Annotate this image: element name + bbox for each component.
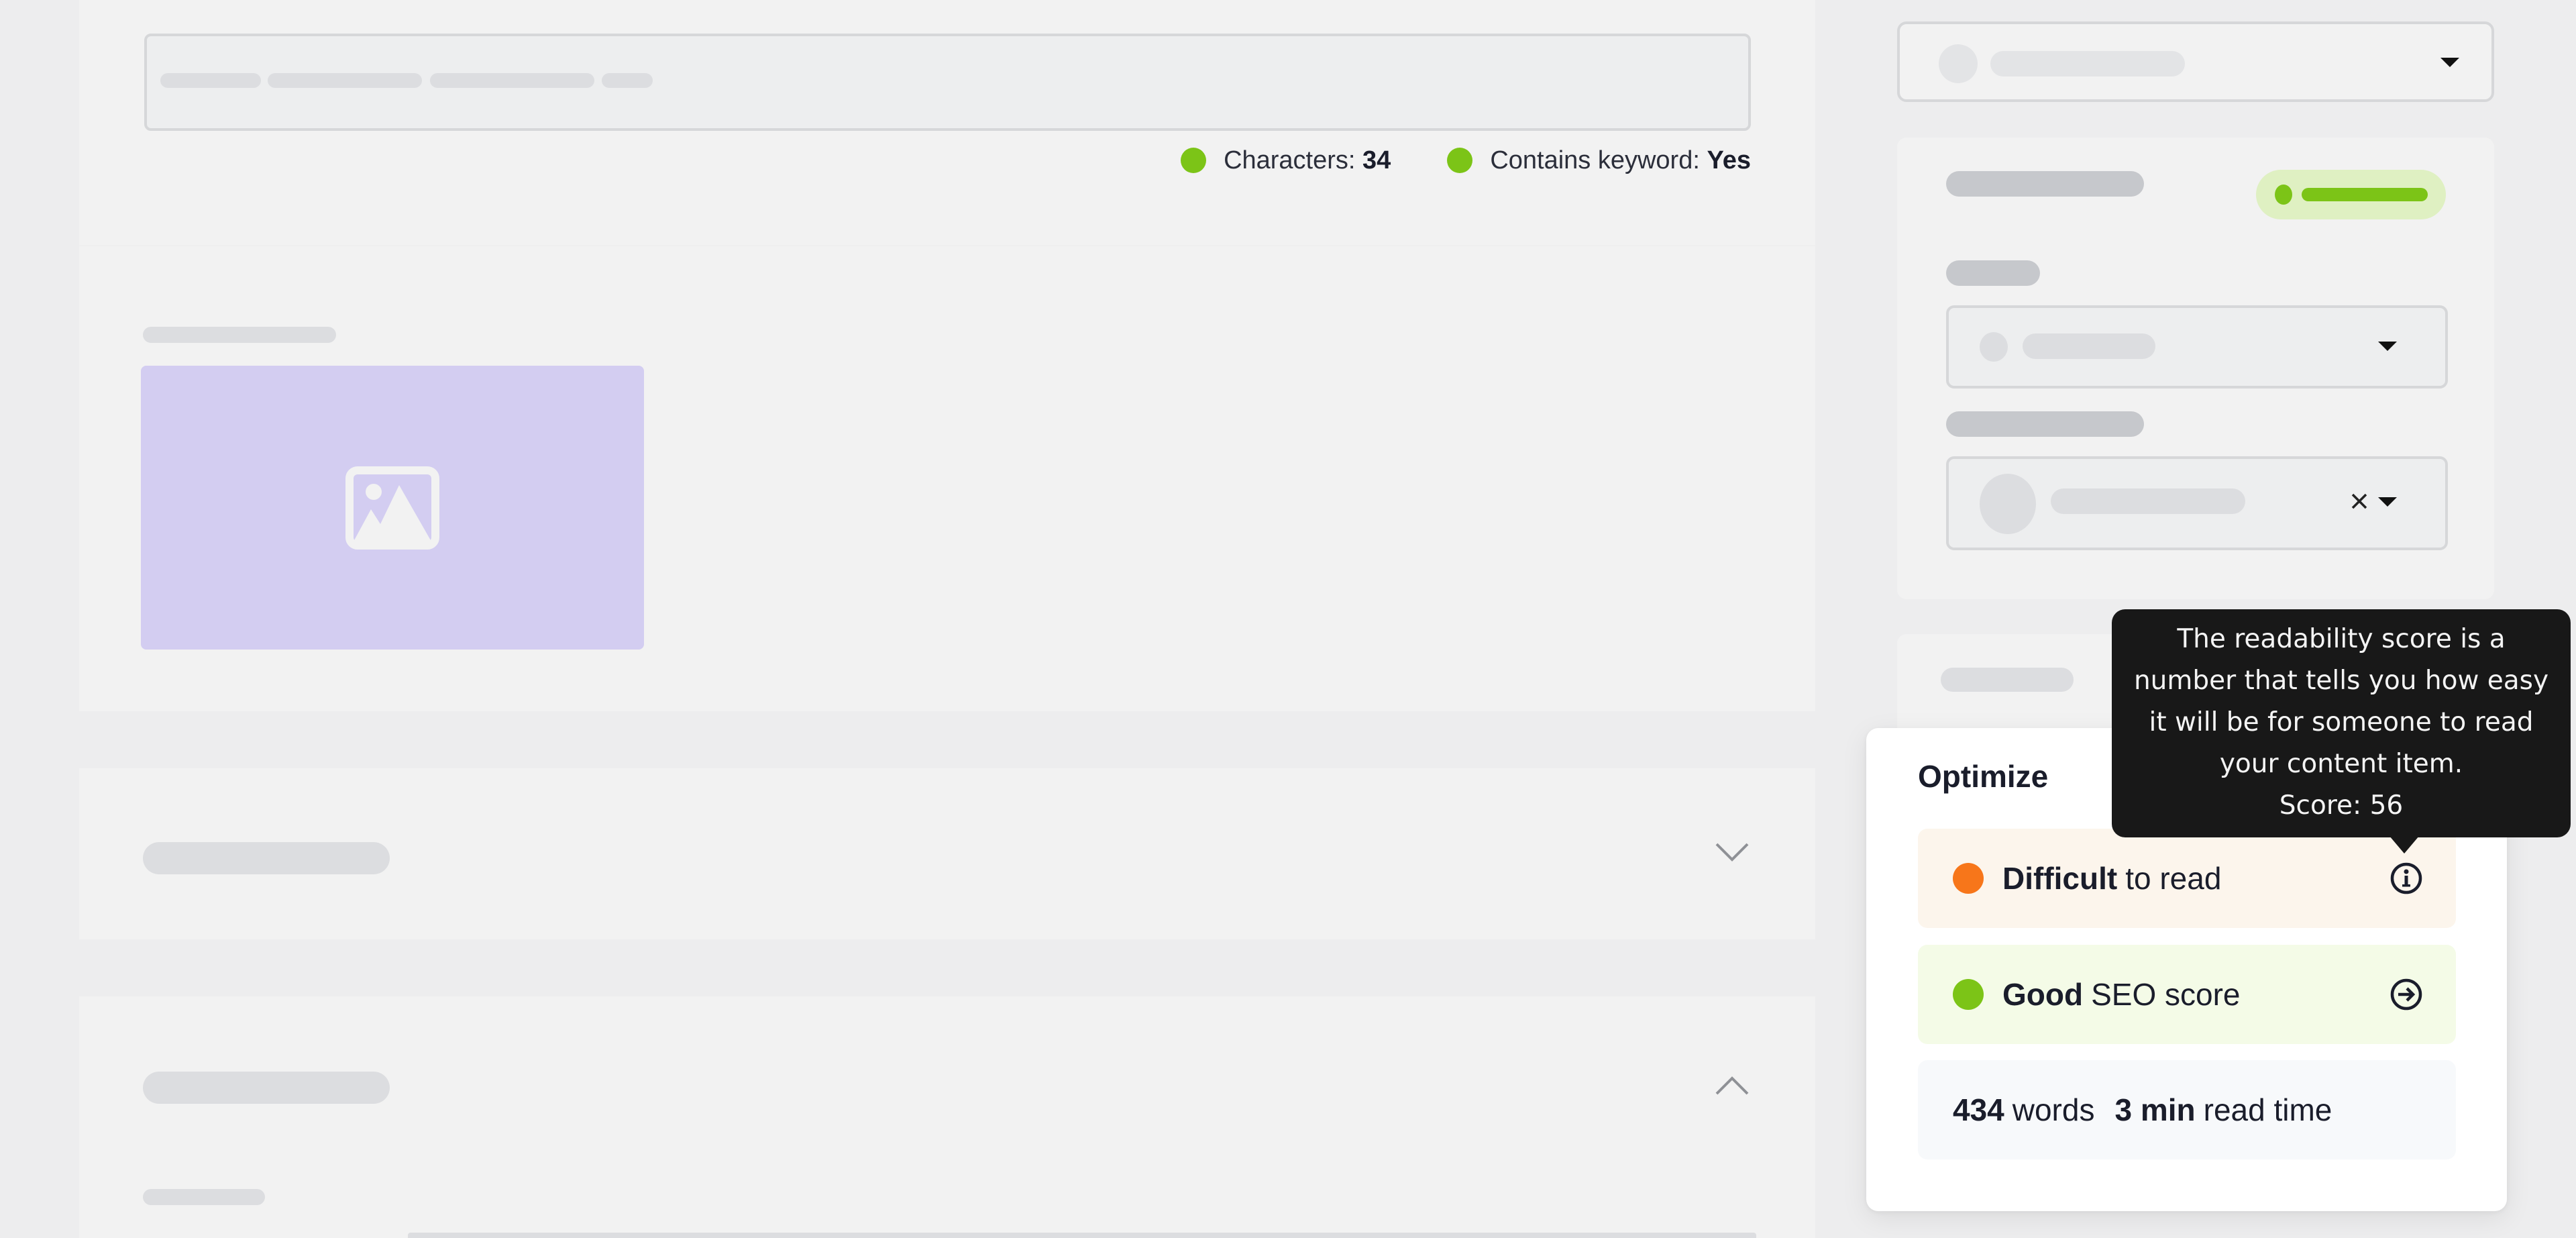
title-indicators: Characters: 34 Contains keyword: Yes <box>1124 144 1751 176</box>
avatar-skeleton <box>1980 474 2036 534</box>
indicator-label: Contains keyword: <box>1490 146 1700 174</box>
warning-dot <box>1953 863 1984 894</box>
image-label-skeleton <box>143 327 336 343</box>
content-stats-row: 434 words 3 min read time <box>1918 1060 2456 1159</box>
card-title-skeleton <box>1946 171 2144 197</box>
status-text-skeleton <box>2302 188 2428 201</box>
chevron-up-icon[interactable] <box>1715 1076 1750 1096</box>
title-text-skeleton <box>268 73 422 88</box>
keyword-indicator: Contains keyword: Yes <box>1447 146 1751 175</box>
indicator-value: Yes <box>1707 146 1751 174</box>
seo-text: SEO score <box>2091 977 2241 1012</box>
status-dot <box>2275 185 2292 205</box>
avatar-skeleton <box>1939 44 1978 83</box>
read-time-label: read time <box>2203 1092 2332 1127</box>
status-dot <box>1181 148 1207 173</box>
field-label-skeleton <box>1946 411 2144 437</box>
select-value-skeleton <box>2051 488 2245 514</box>
title-input[interactable] <box>144 34 1751 131</box>
tooltip-line: number that tells you how easy <box>2133 666 2549 696</box>
caret-down-icon[interactable] <box>2378 342 2397 351</box>
field-label-skeleton <box>1946 260 2040 286</box>
field-label-skeleton <box>143 1189 265 1205</box>
tooltip-line: The readability score is a <box>2177 624 2506 654</box>
card-title-skeleton <box>1941 668 2074 692</box>
readability-tooltip: The readability score is a number that t… <box>2112 609 2571 837</box>
title-text-skeleton <box>160 73 261 88</box>
field-input-edge[interactable] <box>408 1233 1756 1238</box>
chevron-down-icon[interactable] <box>1715 842 1750 862</box>
status-badge <box>2256 170 2446 219</box>
main-content-panel: Characters: 34 Contains keyword: Yes <box>79 0 1815 1238</box>
readability-text: to read <box>2125 861 2222 896</box>
caret-down-icon[interactable] <box>2440 58 2459 67</box>
indicator-label: Characters: <box>1224 146 1356 174</box>
status-dot <box>1447 148 1473 173</box>
optimize-title: Optimize <box>1918 759 2049 794</box>
close-icon[interactable] <box>2351 493 2368 510</box>
image-icon <box>345 466 439 550</box>
characters-indicator: Characters: 34 <box>1181 146 1391 175</box>
accordion-title-skeleton <box>143 1072 390 1104</box>
readability-level: Difficult <box>2002 861 2118 896</box>
seo-level: Good <box>2002 977 2084 1012</box>
accordion-section-expanded[interactable] <box>79 996 1815 1238</box>
info-icon[interactable] <box>2389 861 2424 896</box>
word-count: 434 <box>1953 1092 2004 1127</box>
user-select-field[interactable] <box>1946 456 2448 550</box>
metadata-card <box>1897 138 2494 599</box>
accordion-section-collapsed[interactable] <box>79 768 1815 939</box>
word-count-label: words <box>2012 1092 2095 1127</box>
top-select-dropdown[interactable] <box>1897 21 2494 102</box>
accordion-title-skeleton <box>143 842 390 874</box>
select-value-skeleton <box>2023 333 2155 359</box>
select-value-skeleton <box>1990 51 2185 76</box>
tooltip-line: your content item. <box>2219 749 2463 779</box>
indicator-value: 34 <box>1362 146 1391 174</box>
select-field[interactable] <box>1946 305 2448 389</box>
seo-row[interactable]: Good SEO score <box>1918 945 2456 1044</box>
tooltip-score: Score: 56 <box>2279 790 2404 821</box>
caret-down-icon[interactable] <box>2378 497 2397 507</box>
title-text-skeleton <box>602 73 653 88</box>
avatar-skeleton <box>1980 332 2008 362</box>
title-section: Characters: 34 Contains keyword: Yes <box>79 0 1815 245</box>
title-text-skeleton <box>430 73 594 88</box>
image-placeholder[interactable] <box>141 366 644 650</box>
readability-row[interactable]: Difficult to read <box>1918 829 2456 928</box>
tooltip-line: it will be for someone to read <box>2149 707 2534 737</box>
read-time: 3 min <box>2114 1092 2196 1127</box>
arrow-right-circle-icon[interactable] <box>2389 977 2424 1012</box>
image-section <box>79 245 1815 711</box>
tooltip-arrow <box>2390 836 2419 854</box>
good-dot <box>1953 979 1984 1010</box>
